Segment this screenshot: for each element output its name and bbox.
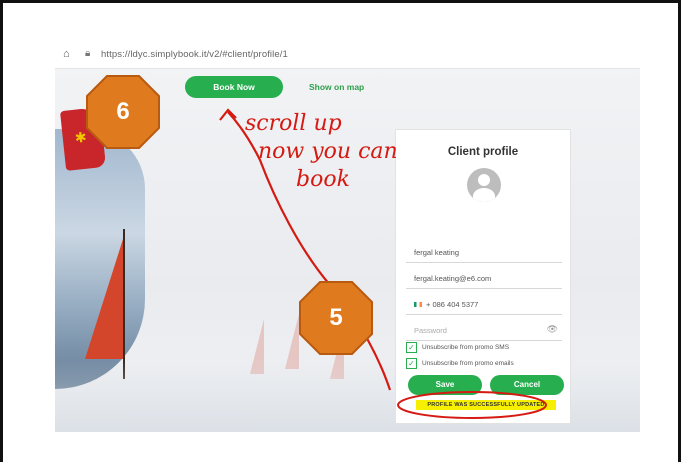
unsubscribe-sms-label: Unsubscribe from promo SMS (422, 344, 510, 351)
ireland-flag-icon[interactable] (414, 302, 422, 307)
unsubscribe-emails-label: Unsubscribe from promo emails (422, 360, 514, 367)
client-profile-panel: Client profile fergal keating fergal.kea… (395, 129, 571, 424)
unsubscribe-emails-checkbox[interactable]: ✓ Unsubscribe from promo emails (406, 358, 566, 370)
url-text[interactable]: https://ldyc.simplybook.it/v2/#client/pr… (101, 49, 288, 60)
name-field[interactable]: fergal keating (406, 240, 562, 263)
lock-icon: 🔒︎ (85, 48, 91, 59)
red-sail (85, 239, 123, 359)
mast (123, 229, 125, 379)
book-now-button[interactable]: Book Now (185, 76, 283, 98)
eye-icon[interactable]: 👁︎ (547, 324, 558, 335)
show-on-map-link[interactable]: Show on map (309, 82, 364, 92)
avatar-head (478, 174, 490, 186)
password-placeholder: Password (414, 326, 447, 335)
success-message: PROFILE WAS SUCCESSFULLY UPDATED (416, 400, 556, 410)
step-badge-6: 6 (85, 74, 161, 150)
password-field[interactable]: Password 👁︎ (406, 318, 562, 341)
checkbox-checked-icon[interactable]: ✓ (406, 358, 417, 369)
avatar-body (473, 188, 495, 202)
frame-top-border (0, 0, 681, 3)
save-button[interactable]: Save (408, 375, 482, 395)
phone-field[interactable]: + 086 404 5377 (406, 292, 562, 315)
cancel-button[interactable]: Cancel (490, 375, 564, 395)
phone-value: + 086 404 5377 (426, 300, 479, 309)
frame-left-border (0, 0, 3, 462)
page-title: Client profile (447, 146, 519, 158)
unsubscribe-sms-checkbox[interactable]: ✓ Unsubscribe from promo SMS (406, 342, 566, 354)
name-value: fergal keating (414, 248, 460, 257)
step-badge-5: 5 (298, 280, 374, 356)
home-icon[interactable]: ⌂ (63, 48, 75, 60)
address-bar[interactable]: ⌂ 🔒︎ https://ldyc.simplybook.it/v2/#clie… (55, 42, 640, 69)
badge-number: 6 (116, 98, 130, 125)
checkbox-checked-icon[interactable]: ✓ (406, 342, 417, 353)
avatar (467, 168, 501, 202)
email-value: fergal.keating@e6.com (414, 274, 492, 283)
email-field[interactable]: fergal.keating@e6.com (406, 266, 562, 289)
badge-number: 5 (329, 304, 343, 331)
